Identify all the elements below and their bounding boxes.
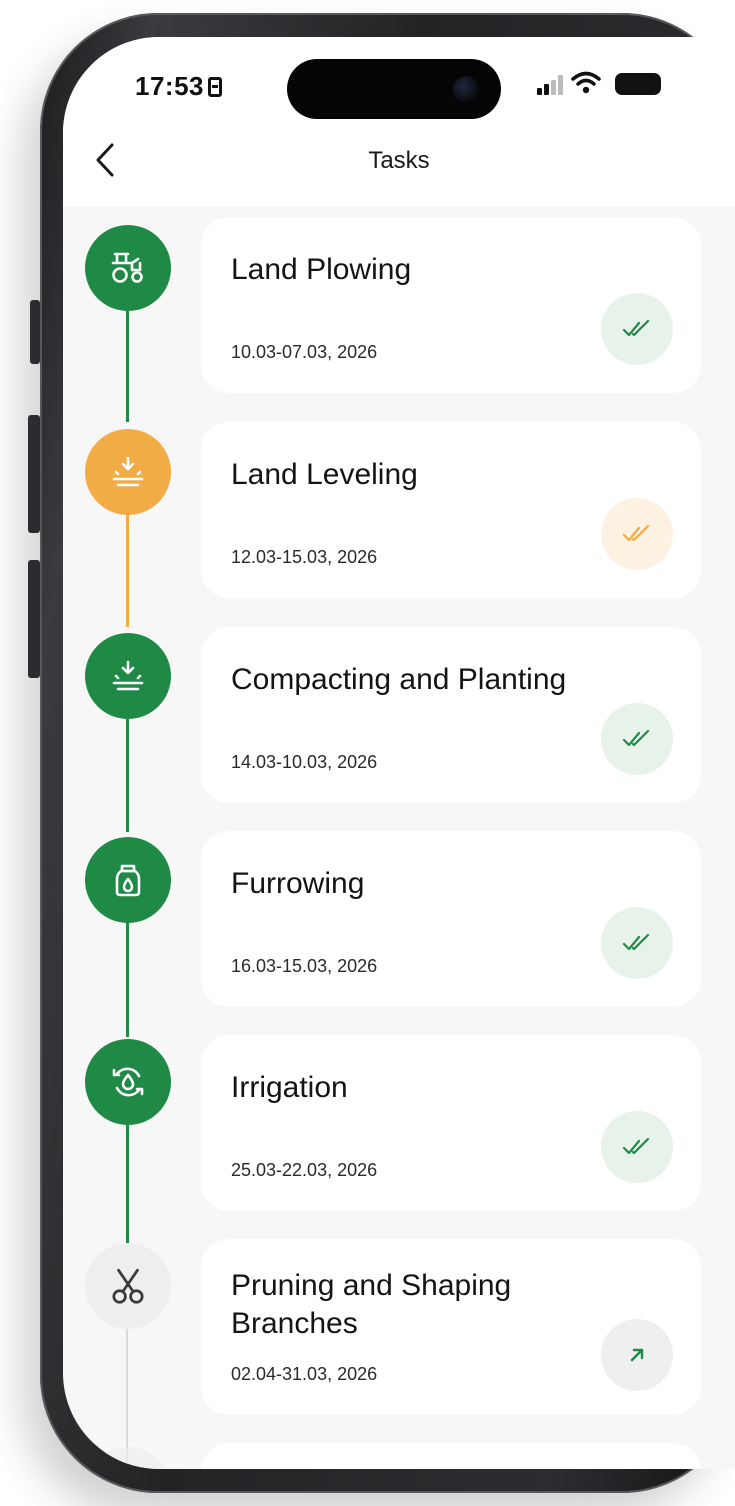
task-card[interactable]: Irrigation 25.03-22.03, 2026 [201, 1035, 701, 1211]
task-date: 02.04-31.03, 2026 [231, 1364, 378, 1384]
fertilizer-bottle-icon [115, 864, 141, 897]
sunrise-arrow-icon [112, 456, 144, 487]
step-marker-done [85, 837, 171, 923]
sim-card-icon [208, 77, 222, 97]
step-marker-in-progress [85, 429, 171, 515]
page-title: Tasks [368, 147, 430, 174]
action-button [30, 300, 40, 364]
task-card[interactable]: Compacting and Planting 14.03-10.03, 202… [201, 627, 701, 803]
task-status-button[interactable] [601, 703, 673, 775]
battery-icon [615, 73, 661, 95]
phone-screen: 17:53 Tasks Land Plowing 10.03-07.03, 20… [63, 37, 735, 1469]
task-date: 25.03-22.03, 2026 [231, 1160, 378, 1180]
double-check-icon [622, 319, 650, 337]
volume-down-button [28, 560, 40, 678]
task-status-button[interactable] [601, 498, 673, 570]
cellular-signal-icon [537, 75, 563, 95]
double-check-icon [622, 1137, 650, 1155]
front-camera-icon [453, 76, 479, 102]
volume-up-button [28, 415, 40, 533]
sunrise-arrow-icon [112, 660, 144, 691]
task-title: Land Plowing [231, 253, 412, 286]
water-cycle-icon [112, 1067, 144, 1097]
double-check-icon [622, 933, 650, 951]
double-check-icon [622, 729, 650, 747]
timeline-connector [126, 717, 129, 832]
task-title: Compacting and Planting [231, 663, 567, 696]
nav-header: Tasks [63, 125, 735, 207]
task-title: Irrigation [231, 1071, 348, 1104]
task-status-button[interactable] [601, 1319, 673, 1391]
scissors-icon [112, 1268, 144, 1304]
task-date: 12.03-15.03, 2026 [231, 547, 378, 567]
status-time: 17:53 [135, 71, 222, 102]
task-card[interactable]: Land Leveling 12.03-15.03, 2026 [201, 422, 701, 598]
timeline-connector [126, 1125, 129, 1243]
task-card[interactable]: Pruning and Shaping Branches 02.04-31.03… [201, 1239, 701, 1415]
timeline-connector [126, 512, 129, 627]
step-marker-done [85, 225, 171, 311]
task-card-partial[interactable] [201, 1443, 701, 1469]
task-card[interactable]: Land Plowing 10.03-07.03, 2026 [201, 217, 701, 393]
app-screenshot: 17:53 Tasks Land Plowing 10.03-07.03, 20… [0, 0, 735, 1506]
step-marker-done [85, 633, 171, 719]
task-status-button[interactable] [601, 1111, 673, 1183]
dynamic-island [287, 59, 501, 119]
double-check-icon [622, 524, 650, 542]
task-date: 16.03-15.03, 2026 [231, 956, 378, 976]
task-date: 14.03-10.03, 2026 [231, 752, 378, 772]
task-status-button[interactable] [601, 293, 673, 365]
task-status-button[interactable] [601, 907, 673, 979]
clock-text: 17:53 [135, 71, 204, 101]
step-marker-done [85, 1039, 171, 1125]
task-title: Land Leveling [231, 458, 418, 491]
task-date: 10.03-07.03, 2026 [231, 342, 378, 362]
wifi-icon [571, 71, 601, 95]
task-card[interactable]: Furrowing 16.03-15.03, 2026 [201, 831, 701, 1007]
step-marker-pending [85, 1243, 171, 1329]
arrow-up-right-icon [630, 1348, 644, 1362]
task-title: Furrowing [231, 867, 365, 900]
tractor-icon [111, 252, 143, 283]
timeline-connector [126, 307, 129, 422]
task-title: Pruning and Shaping Branches [231, 1269, 512, 1340]
timeline-connector [126, 922, 129, 1037]
